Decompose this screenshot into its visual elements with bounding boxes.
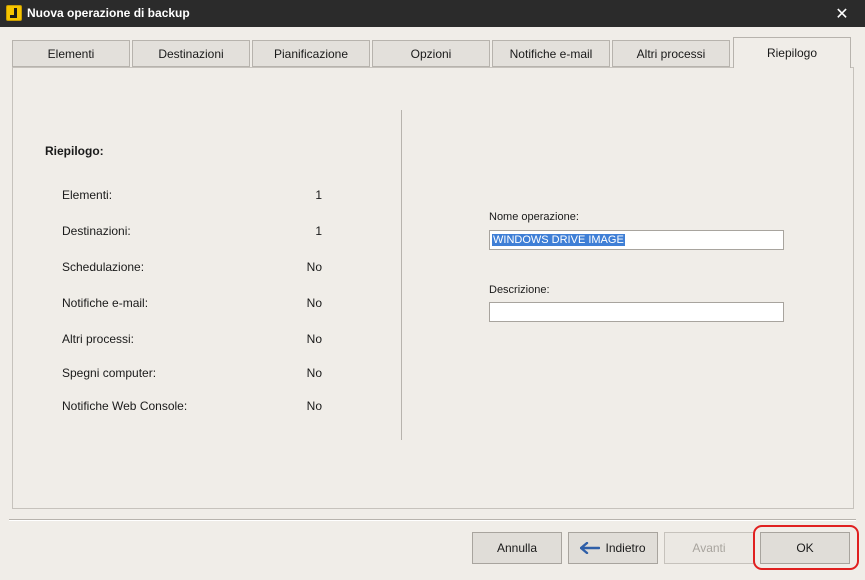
title-bar[interactable]: Nuova operazione di backup ✕ xyxy=(0,0,865,27)
tab-notifiche-email[interactable]: Notifiche e-mail xyxy=(492,40,610,67)
summary-heading: Riepilogo: xyxy=(45,144,104,158)
app-logo-icon xyxy=(6,5,22,21)
cancel-button[interactable]: Annulla xyxy=(472,532,562,564)
summary-panel: Riepilogo: Elementi: 1 Destinazioni: 1 S… xyxy=(12,67,854,509)
summary-label-web-console: Notifiche Web Console: xyxy=(62,399,188,413)
summary-label-notifiche-email: Notifiche e-mail: xyxy=(62,296,149,310)
summary-value-elementi: 1 xyxy=(315,188,322,202)
tab-destinazioni[interactable]: Destinazioni xyxy=(132,40,250,67)
summary-value-web-console: No xyxy=(306,399,322,413)
tab-opzioni[interactable]: Opzioni xyxy=(372,40,490,67)
footer-separator xyxy=(9,519,856,521)
back-button[interactable]: Indietro xyxy=(568,532,658,564)
next-button[interactable]: Avanti xyxy=(664,532,754,564)
name-label: Nome operazione: xyxy=(489,211,579,223)
tab-altri-processi[interactable]: Altri processi xyxy=(612,40,730,67)
tab-pianificazione[interactable]: Pianificazione xyxy=(252,40,370,67)
description-label: Descrizione: xyxy=(489,284,550,296)
vertical-divider xyxy=(401,110,402,440)
ok-button[interactable]: OK xyxy=(760,532,850,564)
name-input[interactable]: WINDOWS DRIVE IMAGE xyxy=(489,230,784,250)
summary-value-altri-processi: No xyxy=(306,332,322,346)
summary-value-spegni-computer: No xyxy=(306,366,322,380)
summary-label-spegni-computer: Spegni computer: xyxy=(62,366,157,380)
back-arrow-icon xyxy=(580,542,601,554)
close-icon: ✕ xyxy=(835,5,849,23)
summary-label-schedulazione: Schedulazione: xyxy=(62,260,145,274)
summary-value-notifiche-email: No xyxy=(306,296,322,310)
close-button[interactable]: ✕ xyxy=(819,0,865,27)
summary-label-altri-processi: Altri processi: xyxy=(62,332,135,346)
name-input-value: WINDOWS DRIVE IMAGE xyxy=(492,234,625,246)
back-button-label: Indietro xyxy=(605,541,646,555)
tab-riepilogo[interactable]: Riepilogo xyxy=(733,37,851,68)
description-input[interactable] xyxy=(489,302,784,322)
window-title: Nuova operazione di backup xyxy=(27,6,190,20)
tab-elementi[interactable]: Elementi xyxy=(12,40,130,67)
summary-label-destinazioni: Destinazioni: xyxy=(62,224,131,238)
tab-bar: Elementi Destinazioni Pianificazione Opz… xyxy=(12,37,854,69)
summary-label-elementi: Elementi: xyxy=(62,188,113,202)
summary-value-destinazioni: 1 xyxy=(315,224,322,238)
summary-value-schedulazione: No xyxy=(306,260,322,274)
